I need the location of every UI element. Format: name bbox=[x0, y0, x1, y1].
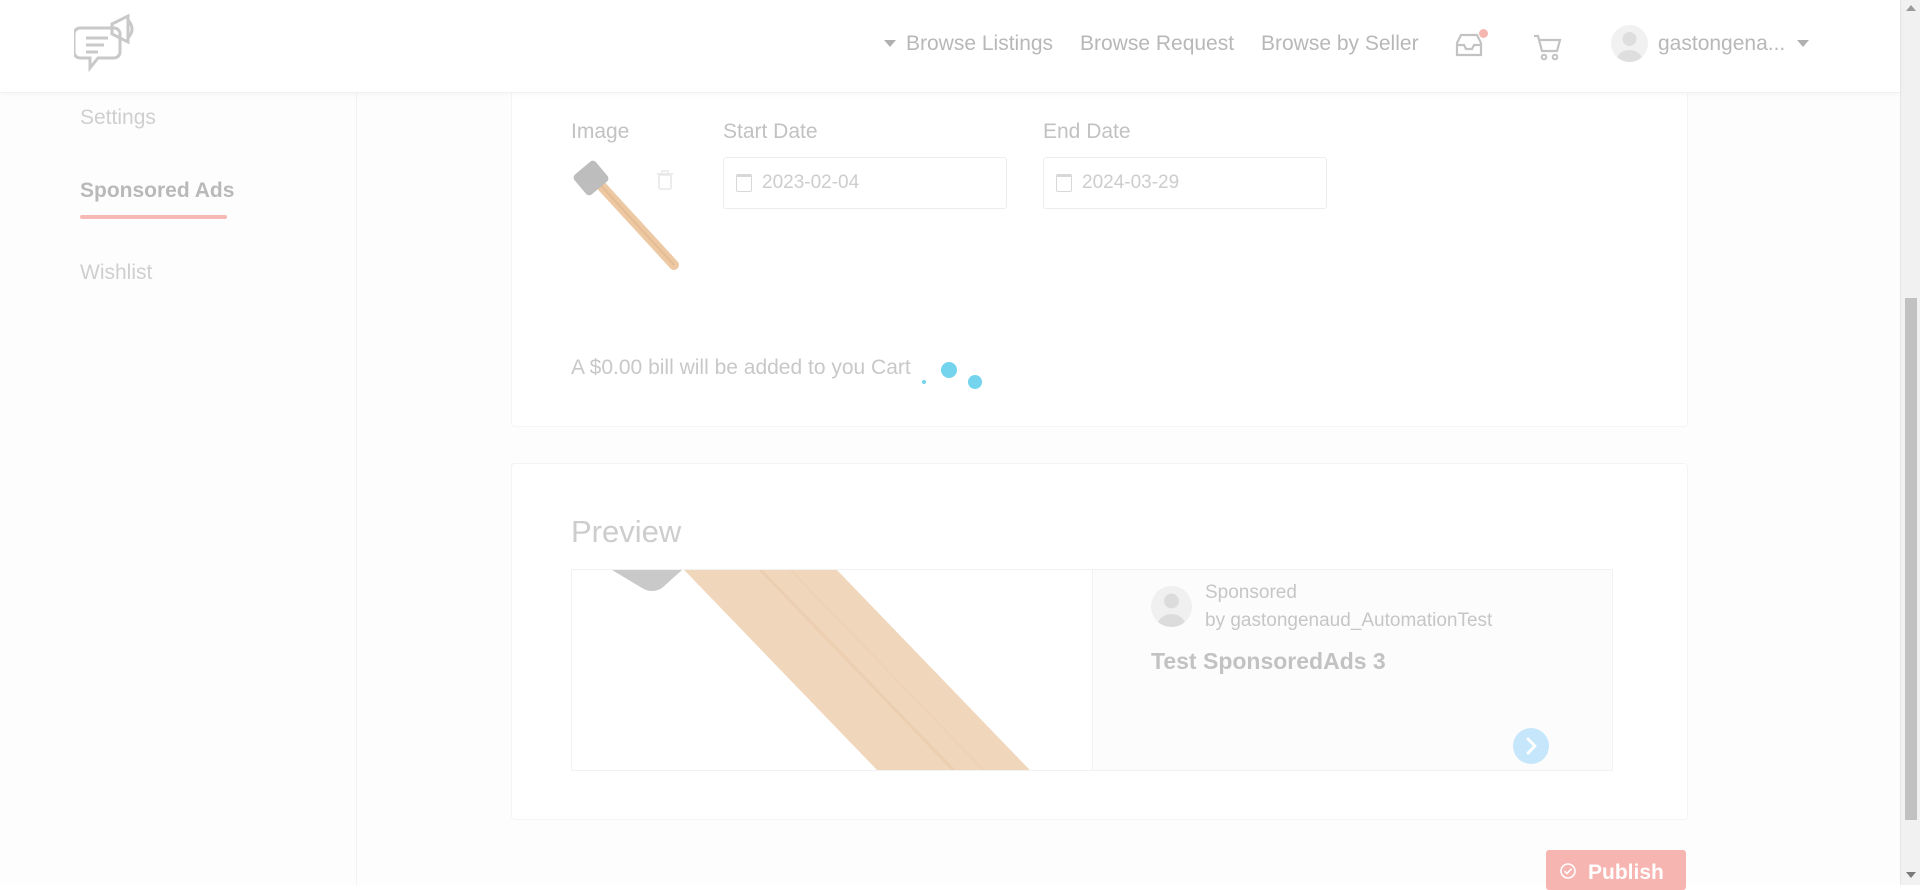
spinner-dot bbox=[941, 362, 957, 378]
delete-image-trash-icon[interactable] bbox=[656, 170, 674, 190]
nav-browse-listings[interactable]: Browse Listings bbox=[906, 32, 1053, 56]
calendar-icon bbox=[1056, 174, 1072, 192]
preview-heading: Preview bbox=[571, 514, 682, 549]
end-date-value: 2024-03-29 bbox=[1082, 172, 1180, 193]
image-label: Image bbox=[571, 120, 630, 143]
nav-browse-request[interactable]: Browse Request bbox=[1080, 32, 1234, 56]
nav-browse-by-seller[interactable]: Browse by Seller bbox=[1261, 32, 1419, 56]
calendar-icon bbox=[736, 174, 752, 192]
preview-image bbox=[572, 570, 1092, 770]
notification-badge bbox=[1479, 29, 1488, 38]
sidebar-item-sponsored-ads[interactable]: Sponsored Ads bbox=[80, 179, 234, 203]
scroll-down-arrow-icon[interactable] bbox=[1906, 872, 1916, 878]
spinner-dot bbox=[968, 375, 982, 389]
logo-icon[interactable] bbox=[74, 12, 142, 80]
seller-byline: by gastongenaud_AutomationTest bbox=[1205, 610, 1493, 631]
chevron-right-icon bbox=[1526, 737, 1537, 755]
seller-avatar bbox=[1151, 586, 1192, 627]
active-tab-underline bbox=[80, 215, 227, 219]
ad-title: Test SponsoredAds 3 bbox=[1151, 648, 1386, 674]
publish-button[interactable]: Publish bbox=[1546, 850, 1686, 890]
cart-icon[interactable] bbox=[1532, 33, 1562, 61]
start-date-label: Start Date bbox=[723, 120, 818, 143]
end-date-field[interactable]: 2024-03-29 bbox=[1043, 157, 1327, 209]
username-label[interactable]: gastongena... bbox=[1658, 32, 1785, 56]
scroll-thumb[interactable] bbox=[1905, 298, 1917, 820]
sidebar-item-wishlist[interactable]: Wishlist bbox=[80, 261, 152, 285]
end-date-label: End Date bbox=[1043, 120, 1131, 143]
sidebar-item-settings[interactable]: Settings bbox=[80, 106, 156, 130]
user-menu-chevron-down-icon[interactable] bbox=[1797, 40, 1809, 47]
start-date-value: 2023-02-04 bbox=[762, 172, 860, 193]
top-navbar: Browse Listings Browse Request Browse by… bbox=[0, 0, 1900, 93]
vertical-scrollbar[interactable] bbox=[1900, 0, 1920, 885]
next-arrow-button[interactable] bbox=[1513, 728, 1549, 764]
publish-label: Publish bbox=[1588, 861, 1664, 884]
browse-listings-caret-icon[interactable] bbox=[884, 40, 896, 47]
scroll-up-arrow-icon[interactable] bbox=[1906, 5, 1916, 11]
sidebar: Settings Sponsored Ads Wishlist bbox=[0, 92, 357, 885]
start-date-field[interactable]: 2023-02-04 bbox=[723, 157, 1007, 209]
check-circle-icon bbox=[1560, 863, 1576, 879]
avatar[interactable] bbox=[1611, 25, 1648, 62]
sponsored-label: Sponsored bbox=[1205, 582, 1297, 603]
bill-notice: A $0.00 bill will be added to you Cart bbox=[571, 356, 911, 379]
spinner-dot bbox=[922, 380, 926, 384]
sponsored-ad-preview[interactable] bbox=[571, 569, 1613, 771]
